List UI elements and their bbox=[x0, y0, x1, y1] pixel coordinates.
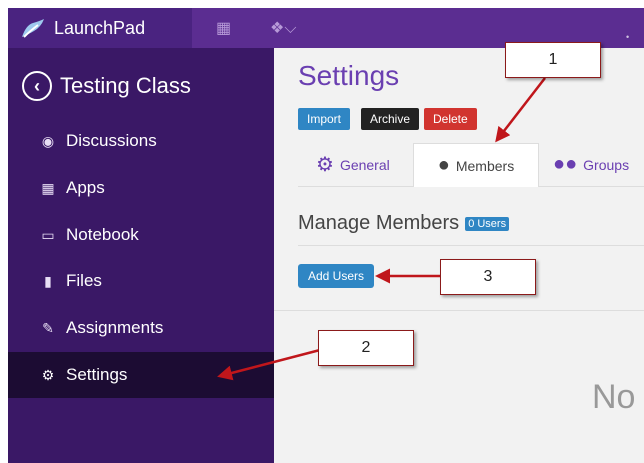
brand[interactable]: LaunchPad bbox=[8, 8, 192, 48]
sidebar-item-label: Apps bbox=[66, 178, 105, 197]
divider bbox=[274, 310, 644, 311]
sidebar-item-discussions[interactable]: ◉ Discussions bbox=[8, 118, 274, 164]
callout-2: 2 bbox=[318, 330, 414, 366]
empty-state-text: No bbox=[592, 378, 636, 416]
launchpad-logo-icon bbox=[22, 19, 44, 38]
section-title: Manage Members bbox=[298, 212, 460, 234]
sidebar-item-label: Notebook bbox=[66, 225, 139, 244]
tab-members[interactable]: ● Members bbox=[413, 143, 539, 187]
sidebar: ‹ Testing Class ◉ Discussions ▦ Apps ▭ N… bbox=[8, 48, 274, 463]
edit-icon: ✎ bbox=[42, 319, 54, 336]
divider bbox=[298, 245, 644, 246]
sidebar-item-notebook[interactable]: ▭ Notebook bbox=[8, 212, 274, 258]
sidebar-item-label: Discussions bbox=[66, 131, 157, 150]
sidebar-item-label: Settings bbox=[66, 365, 128, 384]
tab-label: General bbox=[339, 156, 390, 173]
sidebar-item-files[interactable]: ▮ Files bbox=[8, 258, 274, 304]
settings-tabs: ⚙ General ● Members ●● Groups bbox=[298, 143, 644, 187]
gear-icon: ⚙ bbox=[41, 366, 55, 383]
callout-1: 1 bbox=[505, 42, 601, 78]
sidebar-item-apps[interactable]: ▦ Apps bbox=[8, 165, 274, 211]
calendar-icon[interactable]: ▦ bbox=[216, 18, 231, 38]
sidebar-item-settings[interactable]: ⚙ Settings bbox=[8, 352, 274, 398]
brand-name: LaunchPad bbox=[54, 17, 146, 38]
main-panel: Settings Import Archive Delete ⚙ General… bbox=[274, 48, 644, 463]
tab-general[interactable]: ⚙ General bbox=[316, 143, 390, 186]
sidebar-item-assignments[interactable]: ✎ Assignments bbox=[8, 305, 274, 351]
course-header: ‹ Testing Class bbox=[8, 66, 191, 106]
file-icon: ▮ bbox=[44, 272, 52, 289]
cursor-icon: • bbox=[626, 32, 630, 42]
tab-label: Members bbox=[455, 157, 515, 174]
notebook-icon: ▭ bbox=[41, 226, 55, 243]
leaf-dropdown-icon[interactable]: ❖⌵ bbox=[270, 18, 296, 38]
grid-icon: ▦ bbox=[41, 179, 55, 196]
tab-label: Groups bbox=[583, 156, 630, 173]
users-count-badge: 0 Users bbox=[465, 216, 510, 231]
course-title: Testing Class bbox=[60, 73, 191, 98]
add-users-button[interactable]: Add Users bbox=[298, 264, 375, 288]
page-title: Settings bbox=[298, 60, 400, 91]
back-icon[interactable]: ‹ bbox=[22, 71, 52, 101]
tab-groups[interactable]: ●● Groups bbox=[553, 143, 629, 186]
archive-button[interactable]: Archive bbox=[361, 108, 420, 130]
callout-3: 3 bbox=[440, 259, 536, 295]
sidebar-item-label: Assignments bbox=[66, 318, 164, 337]
sidebar-item-label: Files bbox=[66, 271, 102, 290]
manage-members-header: Manage Members 0 Users bbox=[298, 212, 510, 235]
import-button[interactable]: Import bbox=[298, 108, 351, 130]
users-icon: ●● bbox=[553, 153, 578, 175]
delete-button[interactable]: Delete bbox=[424, 108, 477, 130]
gear-icon: ⚙ bbox=[316, 154, 334, 176]
chat-icon: ◉ bbox=[41, 132, 55, 149]
user-icon: ● bbox=[437, 154, 450, 176]
